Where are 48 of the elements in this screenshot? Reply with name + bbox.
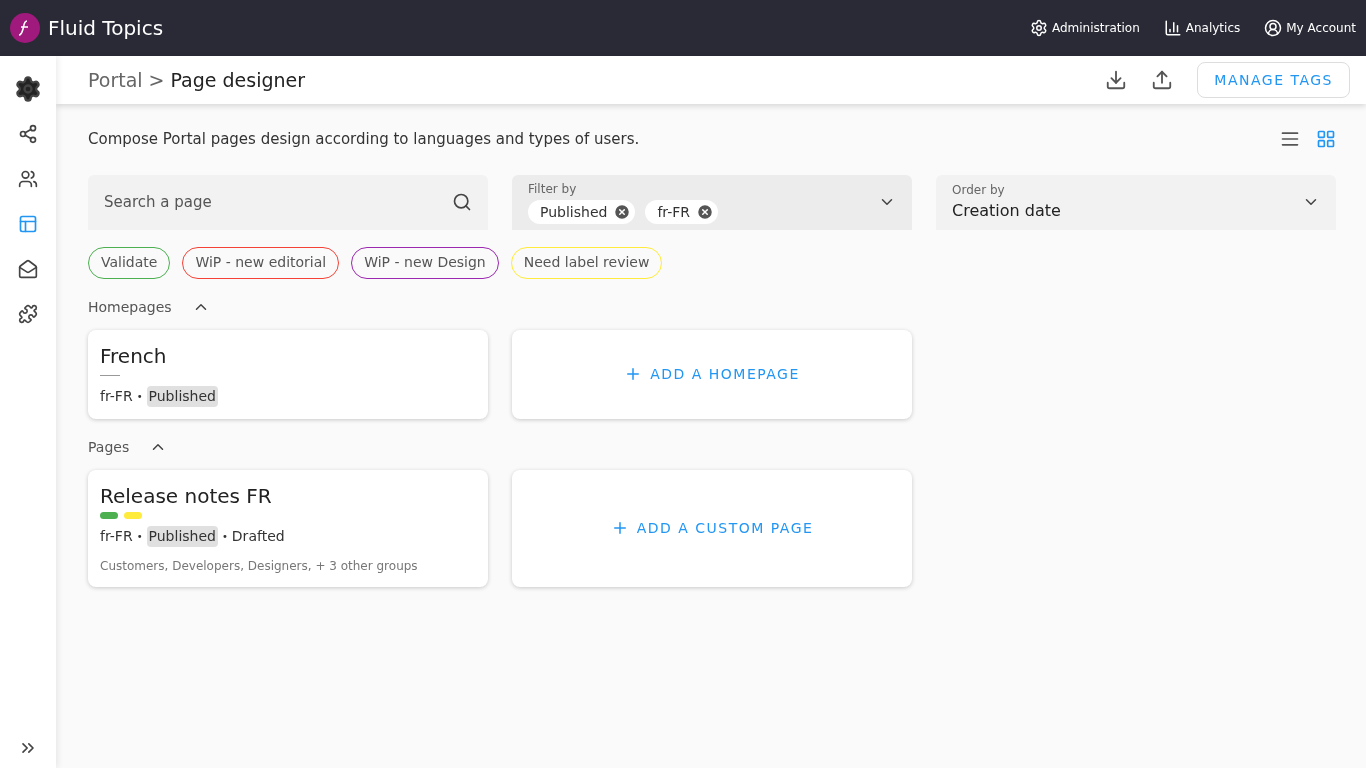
order-select[interactable]: Order by Creation date xyxy=(936,174,1336,230)
page-title: Page designer xyxy=(170,67,306,93)
nav-link[interactable]: My Account xyxy=(1264,19,1356,37)
search-field[interactable]: Search a page xyxy=(88,174,488,230)
bar-chart-icon xyxy=(1163,19,1182,37)
card-title: Release notes FR xyxy=(100,482,273,510)
logo-icon xyxy=(10,13,40,43)
order-label: Order by xyxy=(952,182,1006,199)
meta-text: Drafted xyxy=(231,526,285,546)
status-badge: Published xyxy=(146,525,218,547)
remove-icon[interactable] xyxy=(696,203,715,221)
filter-chip[interactable]: Published xyxy=(528,200,636,224)
nav-link[interactable]: Analytics xyxy=(1163,19,1241,37)
order-value: Creation date xyxy=(952,200,1062,222)
download-icon[interactable] xyxy=(1105,69,1128,91)
search-icon[interactable] xyxy=(452,191,472,212)
bullet-separator: • xyxy=(136,529,143,544)
layout-icon xyxy=(18,213,38,234)
grid-view-button[interactable] xyxy=(1316,129,1336,150)
remove-icon[interactable] xyxy=(613,203,632,221)
groups-text: Customers, Developers, Designers, + 3 other groups xyxy=(100,557,419,575)
account-icon xyxy=(1264,19,1283,37)
meta-text: fr-FR xyxy=(100,526,133,546)
description-text: Compose Portal pages design according to languages and types of users. xyxy=(88,129,640,150)
filter-label: Filter by xyxy=(528,181,578,198)
brand-name: Fluid Topics xyxy=(48,15,164,42)
meta-text: fr-FR xyxy=(100,386,133,406)
breadcrumb-link[interactable]: Portal xyxy=(88,65,143,95)
page-card[interactable]: French fr-FR • Published xyxy=(88,329,488,419)
status-badge: Published xyxy=(146,385,218,407)
settings-icon xyxy=(1029,19,1048,37)
mail-icon xyxy=(18,258,38,279)
gear-icon xyxy=(14,74,42,103)
bullet-separator: • xyxy=(221,529,228,544)
card-title: French xyxy=(100,342,168,370)
filter-chip[interactable]: fr-FR xyxy=(645,200,719,224)
section-title: Pages xyxy=(88,437,130,457)
nodes-icon xyxy=(18,123,38,144)
section-title: Homepages xyxy=(88,297,172,317)
bullet-separator: • xyxy=(136,389,143,404)
breadcrumb-separator: > xyxy=(148,67,165,93)
plug-icon xyxy=(18,303,38,324)
filter-select[interactable]: Filter by Published fr-FR xyxy=(512,174,912,230)
users-icon xyxy=(18,168,38,189)
nav-link[interactable]: Administration xyxy=(1029,19,1140,37)
page-card[interactable]: Release notes FR fr-FR • Published • Drafted Customers, Developers, Designers, + 3 other groups xyxy=(88,469,488,587)
empty-tags-line xyxy=(100,375,120,376)
upload-icon[interactable] xyxy=(1151,69,1174,91)
